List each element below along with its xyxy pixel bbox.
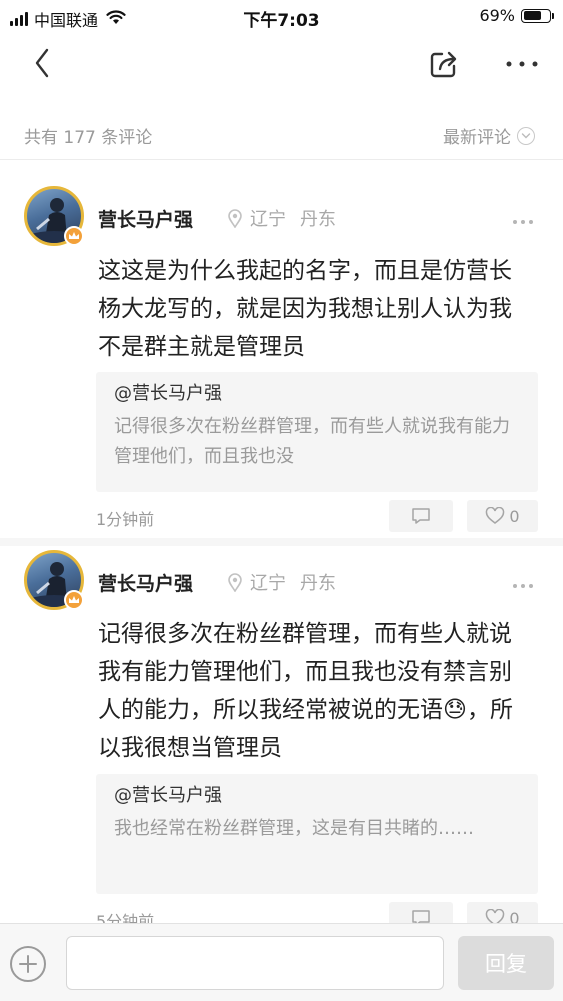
reply-bar: 回复	[0, 923, 563, 1001]
more-button[interactable]	[502, 52, 542, 76]
share-button[interactable]	[428, 48, 460, 80]
location-city: 丹东	[300, 573, 336, 594]
comment-username[interactable]: 营长马户强	[98, 205, 193, 232]
comment-location: 辽宁 丹东	[228, 205, 336, 231]
quoted-comment[interactable]: @营长马户强 记得很多次在粉丝群管理，而有些人就说我有能力管理他们，而且我也没	[96, 372, 538, 492]
like-button[interactable]: 0	[467, 500, 538, 532]
comment-text: 记得很多次在粉丝群管理，而有些人就说我有能力管理他们，而且我也没有禁言别人的能力…	[98, 621, 513, 761]
location-pin-icon	[228, 208, 242, 228]
vip-badge-icon	[64, 226, 84, 246]
status-bar: 中国联通 下午7:03 69%	[0, 0, 563, 32]
back-button[interactable]	[28, 46, 58, 80]
battery-percent: 69%	[479, 6, 515, 25]
comment-text: 这这是为什么我起的名字，而且是仿营长杨大龙写的，就是因为我想让别人认为我不是群主…	[98, 258, 512, 360]
location-city: 丹东	[300, 209, 336, 230]
reply-comment-button[interactable]	[389, 500, 453, 532]
sort-latest-button[interactable]: 最新评论	[443, 123, 535, 148]
quote-text: 我也经常在粉丝群管理，这是有目共睹的……	[114, 818, 474, 839]
quoted-comment[interactable]: @营长马户强 我也经常在粉丝群管理，这是有目共睹的……	[96, 774, 538, 894]
plus-icon	[19, 955, 37, 973]
nav-bar	[0, 32, 563, 94]
comment-location: 辽宁 丹东	[228, 569, 336, 595]
quote-author: @营长马户强	[114, 383, 222, 404]
like-count: 0	[509, 506, 520, 526]
vip-badge-icon	[64, 590, 84, 610]
heart-icon	[486, 507, 505, 524]
comment-username[interactable]: 营长马户强	[98, 569, 193, 596]
comments-header: 共有 177 条评论 最新评论	[0, 110, 563, 160]
more-dots-icon	[513, 584, 533, 588]
comment-item: 营长马户强 辽宁 丹东 这这是为什么我起的名字，而且是仿营长杨大龙写的，就是因为…	[0, 170, 563, 540]
comment-more-button[interactable]	[512, 212, 534, 224]
comment-more-button[interactable]	[512, 576, 534, 588]
share-icon	[430, 51, 457, 78]
quote-author: @营长马户强	[114, 785, 222, 806]
sort-label: 最新评论	[443, 128, 511, 148]
send-reply-button[interactable]: 回复	[458, 936, 554, 990]
reply-input[interactable]	[66, 936, 444, 990]
location-province: 辽宁	[250, 209, 286, 230]
battery-icon	[521, 8, 554, 23]
location-pin-icon	[228, 572, 242, 592]
comment-item: 营长马户强 辽宁 丹东 记得很多次在粉丝群管理，而有些人就说我有能力管理他们，而…	[0, 532, 563, 934]
chevron-left-icon	[35, 48, 49, 78]
comment-time: 1分钟前	[96, 510, 155, 529]
quote-text: 记得很多次在粉丝群管理，而有些人就说我有能力管理他们，而且我也没	[114, 416, 510, 467]
more-dots-icon	[513, 220, 533, 224]
comments-count: 共有 177 条评论	[24, 128, 153, 148]
chevron-down-icon	[517, 126, 535, 145]
more-dots-icon	[506, 61, 538, 67]
comment-icon	[412, 508, 430, 524]
status-right: 69%	[479, 6, 554, 25]
add-attachment-button[interactable]	[10, 946, 46, 982]
location-province: 辽宁	[250, 573, 286, 594]
battery-fill	[523, 11, 541, 20]
